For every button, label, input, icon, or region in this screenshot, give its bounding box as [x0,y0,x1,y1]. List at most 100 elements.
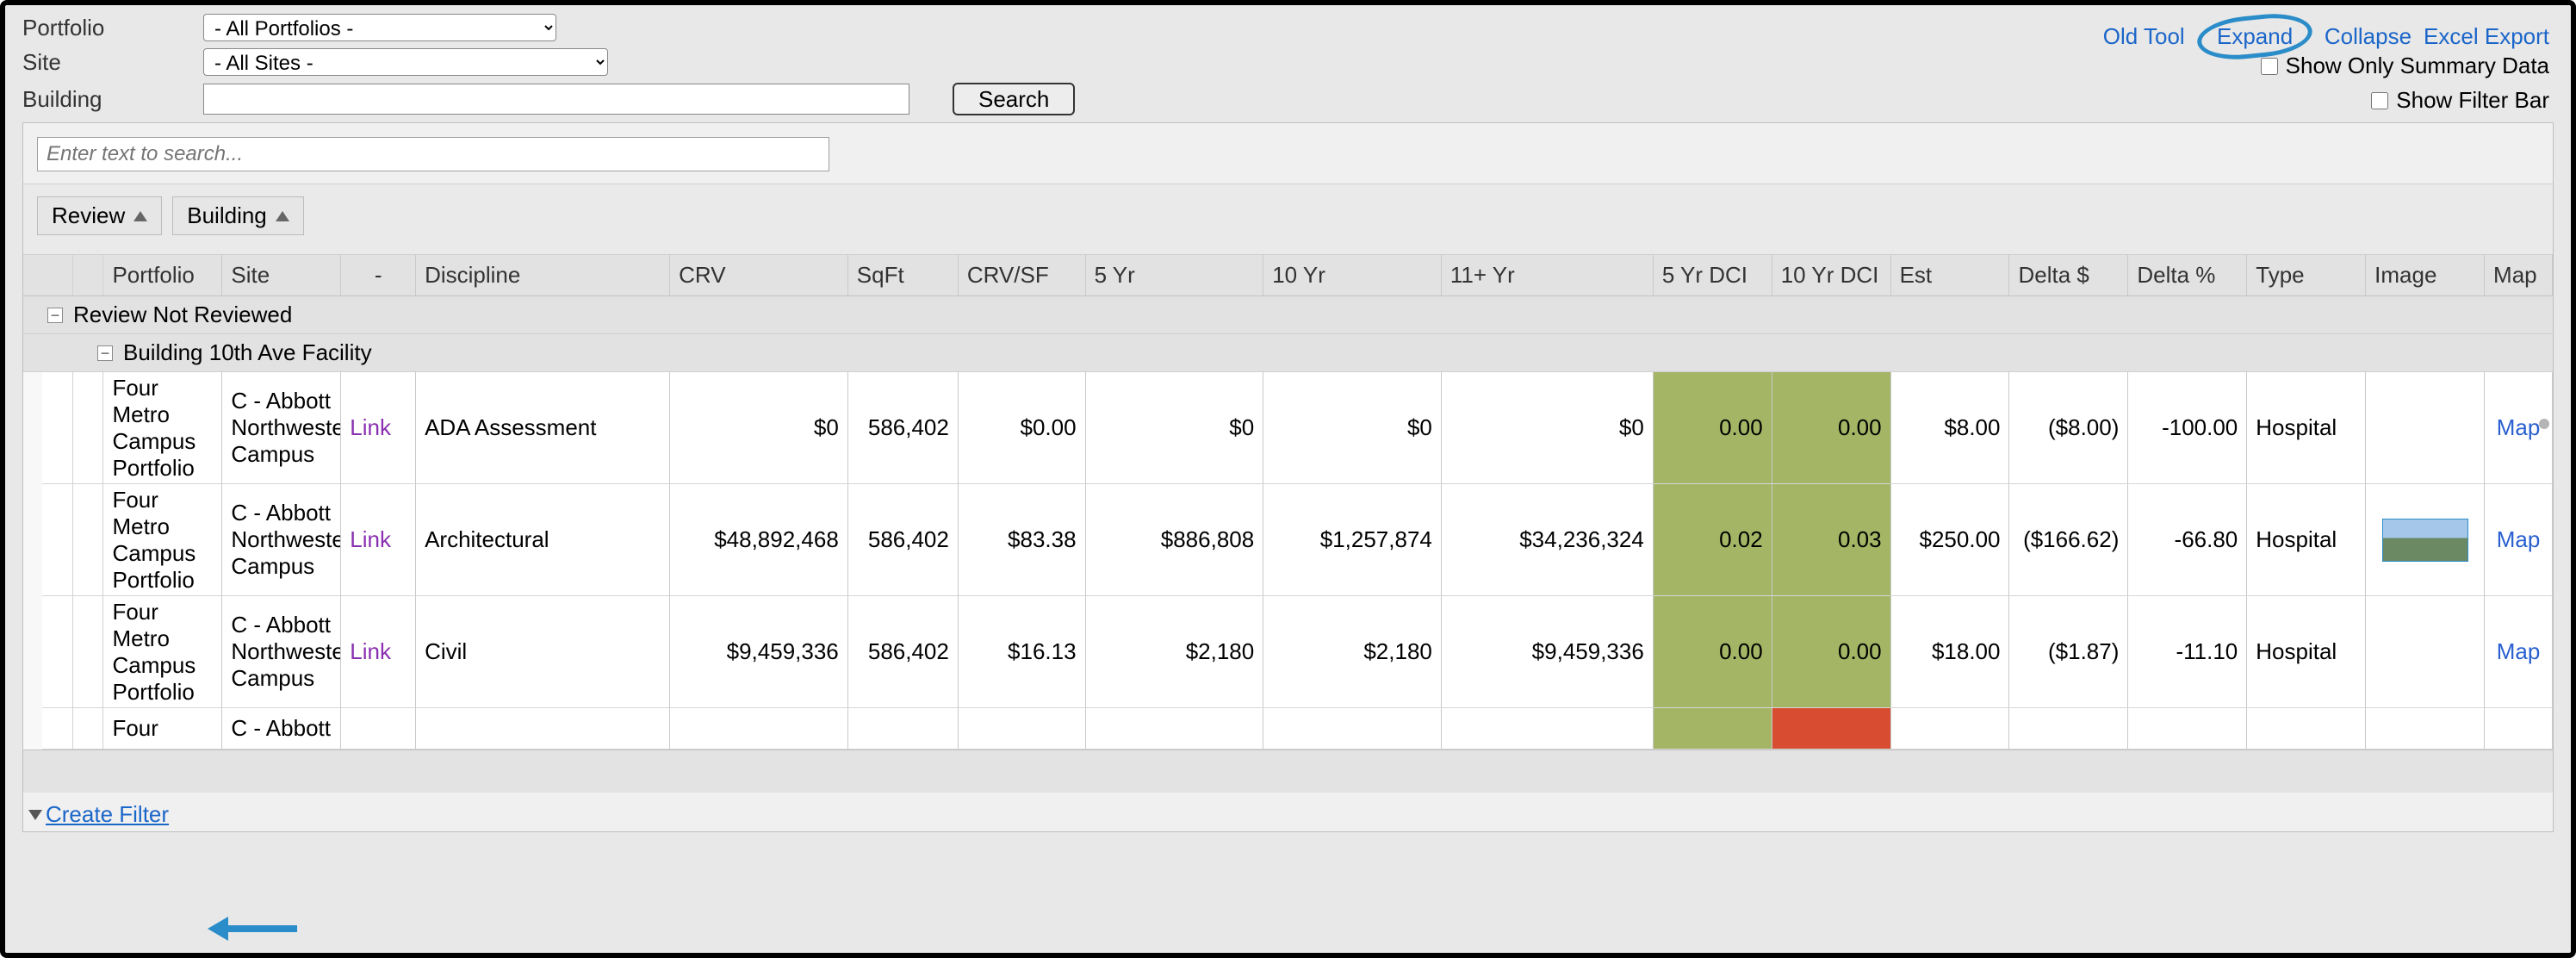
cell-11yr: $0 [1442,372,1654,483]
row-spacer [42,596,73,707]
cell-discipline: ADA Assessment [416,372,670,483]
cell-image [2366,372,2485,483]
group-row-review-label: Review Not Reviewed [73,302,292,328]
show-summary-row: Show Only Summary Data [2257,53,2549,79]
header-link[interactable]: - [341,255,416,295]
cell-type [2247,708,2366,749]
cell-site: C - Abbott Northwestern Campus [222,596,341,707]
data-grid: Review Building Portfolio Site - Discipl… [22,122,2554,832]
header-spacer [73,255,104,295]
group-chip-building[interactable]: Building [172,196,304,235]
cell-deltapct [2128,708,2247,749]
header-image[interactable]: Image [2366,255,2485,295]
show-summary-label: Show Only Summary Data [2286,53,2549,79]
cell-10dci: 0.03 [1772,484,1891,595]
cell-link: Link [341,484,416,595]
header-est[interactable]: Est [1891,255,2010,295]
collapse-link[interactable]: Collapse [2325,23,2412,50]
header-5yr[interactable]: 5 Yr [1086,255,1264,295]
group-row-building[interactable]: − Building 10th Ave Facility [23,334,2553,372]
excel-export-link[interactable]: Excel Export [2424,23,2549,50]
cell-delta [2009,708,2128,749]
header-crvsf[interactable]: CRV/SF [959,255,1086,295]
old-tool-link[interactable]: Old Tool [2103,23,2185,50]
cell-crvsf [959,708,1086,749]
cell-map [2485,708,2553,749]
cell-delta: ($166.62) [2009,484,2128,595]
expand-link[interactable]: Expand [2217,23,2293,50]
row-link[interactable]: Link [350,638,391,665]
table-row: FourC - Abbott [42,708,2553,750]
cell-crv: $0 [670,372,848,483]
cell-sqft: 586,402 [848,372,959,483]
portfolio-select[interactable]: - All Portfolios - [203,14,556,41]
cell-portfolio: Four Metro Campus Portfolio [103,484,222,595]
header-discipline[interactable]: Discipline [416,255,670,295]
show-filter-row: Show Filter Bar [2368,87,2549,114]
cell-crv [670,708,848,749]
group-chip-review[interactable]: Review [37,196,162,235]
map-link[interactable]: Map [2497,526,2541,553]
cell-10dci [1772,708,1891,749]
cell-est: $8.00 [1891,372,2010,483]
cell-deltapct: -100.00 [2128,372,2247,483]
cell-link: Link [341,596,416,707]
cell-est [1891,708,2010,749]
cell-type: Hospital [2247,372,2366,483]
show-filterbar-label: Show Filter Bar [2396,87,2549,114]
table-row: Four Metro Campus PortfolioC - Abbott No… [42,372,2553,484]
cell-site: C - Abbott [222,708,341,749]
cell-delta: ($1.87) [2009,596,2128,707]
header-11yr[interactable]: 11+ Yr [1442,255,1654,295]
row-spacer [73,372,104,483]
cell-type: Hospital [2247,484,2366,595]
building-thumbnail[interactable] [2382,519,2468,562]
arrow-annotation [208,917,297,941]
header-type[interactable]: Type [2247,255,2366,295]
cell-est: $18.00 [1891,596,2010,707]
cell-10dci: 0.00 [1772,372,1891,483]
grid-footer-bar [23,750,2553,793]
cell-sqft: 586,402 [848,484,959,595]
row-spacer [42,484,73,595]
map-link[interactable]: Map [2497,414,2541,441]
cell-discipline: Architectural [416,484,670,595]
row-spacer [73,484,104,595]
cell-link [341,708,416,749]
map-link[interactable]: Map [2497,638,2541,665]
cell-sqft: 586,402 [848,596,959,707]
header-5dci[interactable]: 5 Yr DCI [1654,255,1772,295]
header-map[interactable]: Map [2485,255,2553,295]
show-summary-checkbox[interactable] [2261,58,2278,75]
create-filter-link[interactable]: Create Filter [46,801,169,828]
cell-est: $250.00 [1891,484,2010,595]
header-crv[interactable]: CRV [670,255,848,295]
header-portfolio[interactable]: Portfolio [103,255,222,295]
cell-map: Map [2485,484,2553,595]
row-link[interactable]: Link [350,414,391,441]
grid-search-input[interactable] [37,137,829,171]
header-site[interactable]: Site [222,255,341,295]
building-label: Building [22,86,195,113]
group-row-building-label: Building 10th Ave Facility [123,339,372,366]
site-select[interactable]: - All Sites - [203,48,608,76]
group-row-review[interactable]: − Review Not Reviewed [23,296,2553,334]
header-deltapct[interactable]: Delta % [2128,255,2247,295]
top-links: Old Tool Expand Collapse Excel Export [2103,16,2549,58]
cell-sqft [848,708,959,749]
building-input[interactable] [203,84,909,115]
cell-crvsf: $16.13 [959,596,1086,707]
collapse-icon[interactable]: − [47,308,63,323]
row-link[interactable]: Link [350,526,391,553]
search-button[interactable]: Search [953,83,1075,115]
header-sqft[interactable]: SqFt [848,255,959,295]
collapse-icon[interactable]: − [97,345,113,361]
show-filterbar-checkbox[interactable] [2371,92,2388,109]
cell-site: C - Abbott Northwestern Campus [222,372,341,483]
sort-asc-icon [133,211,147,221]
header-10dci[interactable]: 10 Yr DCI [1772,255,1891,295]
scrollbar-handle[interactable] [2539,419,2549,429]
header-10yr[interactable]: 10 Yr [1263,255,1442,295]
cell-crv: $48,892,468 [670,484,848,595]
header-delta[interactable]: Delta $ [2009,255,2128,295]
